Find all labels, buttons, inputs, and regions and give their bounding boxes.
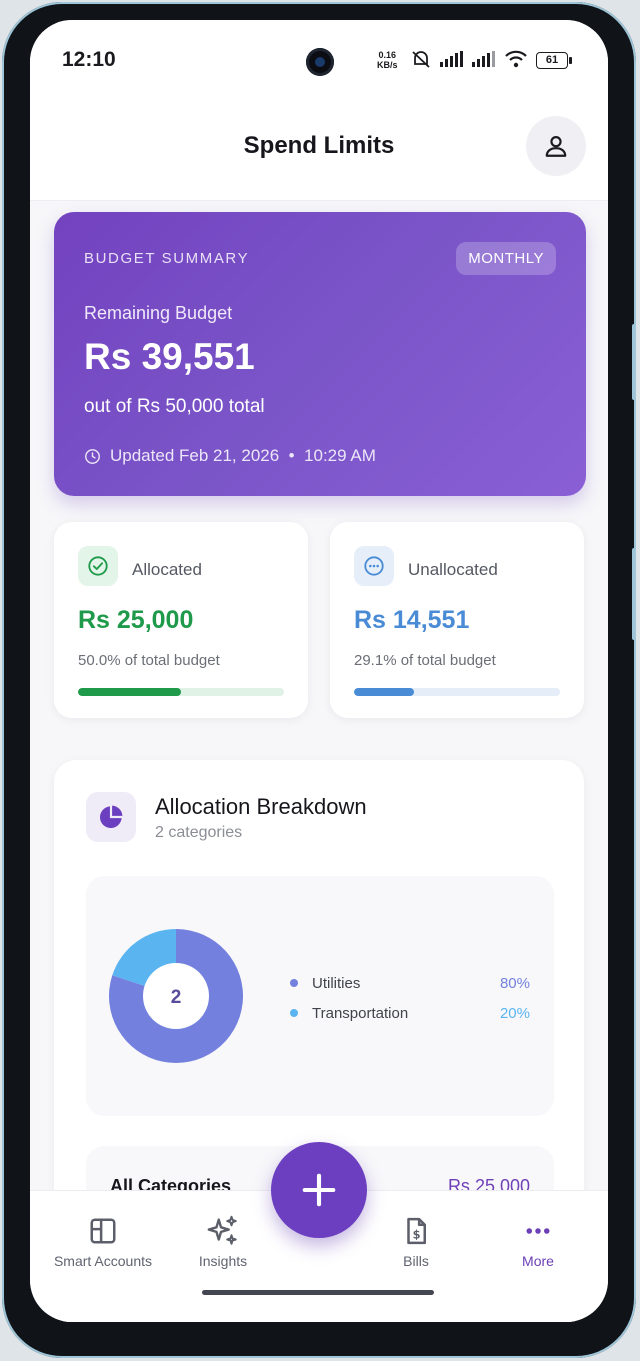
- network-speed-value: 0.16: [378, 50, 397, 60]
- nav-smart-accounts[interactable]: Smart Accounts: [38, 1213, 168, 1269]
- clock-icon: [85, 448, 100, 464]
- allocated-card[interactable]: Allocated Rs 25,000 50.0% of total budge…: [54, 522, 308, 718]
- page-title: Spend Limits: [243, 132, 395, 159]
- budget-total: out of Rs 50,000 total: [84, 396, 265, 417]
- nav-more[interactable]: More: [473, 1213, 603, 1269]
- unallocated-label: Unallocated: [408, 560, 498, 579]
- legend-item-transportation: Transportation 20%: [290, 998, 530, 1028]
- updated-timestamp: Updated Feb 21, 2026 • 10:29 AM: [84, 446, 376, 466]
- battery-indicator: 61: [536, 52, 572, 69]
- nav-label: More: [522, 1253, 554, 1269]
- donut-center-value: 2: [171, 987, 182, 1008]
- budget-summary-label: BUDGET SUMMARY: [84, 250, 250, 267]
- check-circle-icon: [88, 556, 108, 576]
- legend-dot: [290, 979, 298, 987]
- allocated-progress-fill: [78, 688, 181, 696]
- nav-label: Insights: [198, 1253, 248, 1269]
- legend-percent: 80%: [499, 974, 530, 992]
- nav-bills[interactable]: $ Bills: [351, 1213, 481, 1269]
- status-time: 12:10: [62, 48, 116, 71]
- donut-panel: 2 Utilities 80% Transportation 20%: [86, 876, 554, 1116]
- signal-icon-2: [472, 51, 495, 67]
- signal-icon: [440, 51, 463, 67]
- wifi-icon: [505, 50, 527, 68]
- breakdown-title: Allocation Breakdown: [155, 794, 367, 819]
- legend-name: Utilities: [312, 974, 361, 992]
- bill-icon: $: [407, 1217, 426, 1245]
- pie-chart-icon: [99, 805, 123, 829]
- allocated-progress-track: [78, 688, 284, 696]
- person-icon: [545, 136, 567, 157]
- legend-item-utilities: Utilities 80%: [290, 968, 530, 998]
- status-icons: [410, 50, 528, 68]
- plus-icon: [302, 1173, 336, 1207]
- front-camera: [306, 48, 334, 76]
- remaining-budget-label: Remaining Budget: [84, 303, 233, 323]
- allocated-percent: 50.0% of total budget: [78, 652, 220, 669]
- more-dots-icon: [526, 1228, 550, 1234]
- unallocated-card[interactable]: Unallocated Rs 14,551 29.1% of total bud…: [330, 522, 584, 718]
- volume-button: [632, 324, 636, 400]
- legend-dot: [290, 1009, 298, 1017]
- budget-summary-card: BUDGET SUMMARY MONTHLY Remaining Budget …: [54, 212, 586, 496]
- legend-name: Transportation: [312, 1004, 409, 1022]
- breakdown-legend: Utilities 80% Transportation 20%: [290, 968, 530, 1028]
- unallocated-progress-track: [354, 688, 560, 696]
- legend-percent: 20%: [499, 1004, 530, 1022]
- network-speed-unit: KB/s: [377, 60, 398, 70]
- breakdown-subtitle: 2 categories: [155, 824, 243, 841]
- layout-icon: [90, 1218, 116, 1244]
- updated-text: Updated Feb 21, 2026 • 10:29 AM: [110, 446, 376, 465]
- period-badge[interactable]: MONTHLY: [456, 242, 556, 275]
- status-bar: 12:10 0.16 KB/s 61: [30, 20, 608, 100]
- more-circle-icon: [364, 556, 384, 576]
- nav-label: Bills: [403, 1253, 429, 1269]
- pie-chart-icon-box: [86, 792, 136, 842]
- nav-insights[interactable]: Insights: [158, 1213, 288, 1269]
- home-indicator[interactable]: [202, 1290, 434, 1295]
- mute-alarm-icon: [412, 51, 430, 68]
- unallocated-amount: Rs 14,551: [354, 606, 470, 634]
- unallocated-progress-fill: [354, 688, 414, 696]
- svg-text:$: $: [413, 1229, 421, 1242]
- remaining-budget-amount: Rs 39,551: [84, 336, 255, 377]
- phone-frame: 12:10 0.16 KB/s 61 Spend Limits BUDGET S: [2, 2, 636, 1358]
- unallocated-icon-box: [354, 546, 394, 586]
- allocated-amount: Rs 25,000: [78, 606, 194, 634]
- unallocated-percent: 29.1% of total budget: [354, 652, 496, 669]
- power-button: [632, 548, 636, 640]
- sparkle-icon: [207, 1215, 237, 1245]
- network-speed: 0.16 KB/s: [377, 50, 398, 70]
- allocated-label: Allocated: [132, 560, 202, 579]
- nav-label: Smart Accounts: [53, 1253, 153, 1269]
- profile-button[interactable]: [526, 116, 586, 176]
- add-button[interactable]: [271, 1142, 367, 1238]
- allocated-icon-box: [78, 546, 118, 586]
- screen: 12:10 0.16 KB/s 61 Spend Limits BUDGET S: [30, 20, 608, 1322]
- app-header: Spend Limits: [30, 100, 608, 201]
